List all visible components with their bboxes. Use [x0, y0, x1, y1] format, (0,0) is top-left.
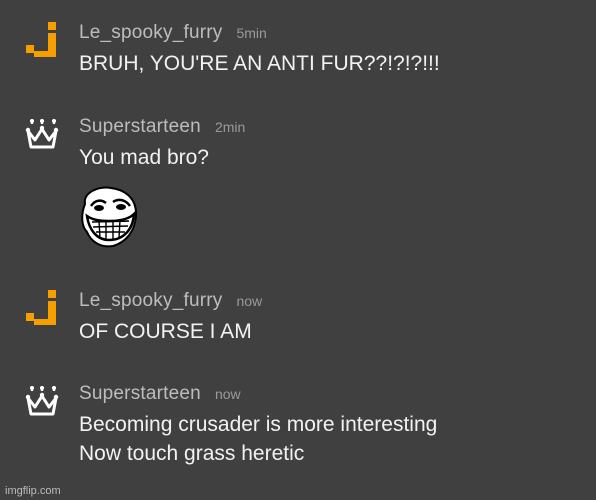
username[interactable]: Le_spooky_furry — [79, 290, 222, 311]
timestamp: 5min — [236, 25, 267, 41]
username[interactable]: Superstarteen — [79, 116, 201, 137]
message-header: Le_spooky_furry 5min — [79, 22, 267, 44]
message-text: Now touch grass heretic — [79, 442, 305, 465]
message-header: Superstarteen 2min — [79, 116, 245, 138]
username[interactable]: Le_spooky_furry — [79, 22, 222, 43]
chat-log: Le_spooky_furry 5min BRUH, YOU'RE AN ANTI… — [0, 0, 596, 500]
message-header: Superstarteen now — [79, 383, 241, 405]
message-text: OF COURSE I AM — [79, 320, 252, 343]
timestamp: 2min — [214, 119, 246, 135]
message-header: Le_spooky_furry now — [79, 290, 262, 312]
message-text: BRUH, YOU'RE AN ANTI FUR??!?!?!!! — [79, 52, 440, 75]
crown-cross-icon[interactable] — [24, 385, 60, 421]
orange-j-pixel-icon[interactable] — [24, 290, 60, 326]
trollface-icon[interactable] — [79, 186, 139, 248]
username[interactable]: Superstarteen — [79, 383, 201, 404]
watermark-text: imgflip.com — [5, 485, 61, 497]
crown-cross-icon[interactable] — [24, 118, 60, 154]
orange-j-pixel-icon[interactable] — [24, 22, 60, 58]
timestamp: now — [214, 386, 241, 402]
message-text: Becoming crusader is more interesting — [79, 413, 438, 436]
message-text: You mad bro? — [79, 146, 209, 169]
timestamp: now — [236, 293, 263, 309]
